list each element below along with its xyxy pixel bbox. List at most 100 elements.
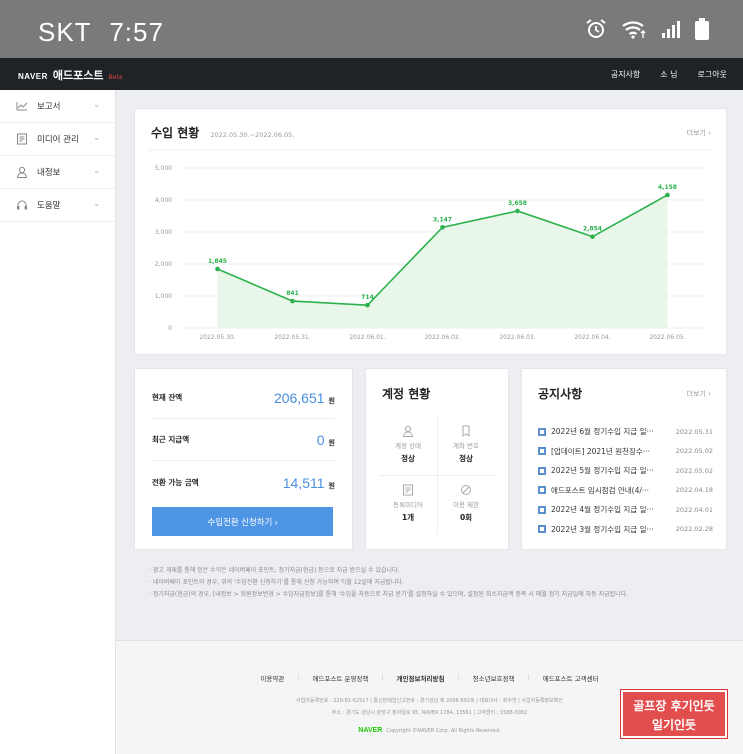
notice-item[interactable]: 2022년 3월 정기수입 지급 일··· 2022.02.28: [538, 520, 713, 540]
user-icon: [402, 425, 414, 437]
footer-links: 이용약관 | 애드포스트 운영정책 | 개인정보처리방침 | 청소년보호정책 |…: [260, 673, 599, 683]
sidebar: 보고서 ⌄ 미디어 관리 ⌄ 내정보 ⌄ 도움말 ⌄: [0, 90, 116, 754]
sidebar-item-label: 미디어 관리: [37, 135, 79, 145]
data-label: 3,147: [433, 216, 452, 223]
y-tick-label: 0: [168, 325, 172, 332]
service-name: 애드포스트: [52, 69, 104, 82]
registered-media-cell: 등록미디어 1개: [379, 475, 437, 534]
x-tick-label: 2022.06.02.: [424, 334, 460, 341]
notice-title: 공지사항: [538, 387, 583, 401]
y-tick-label: 3,000: [155, 229, 172, 236]
notice-card: 공지사항 더보기 › 2022년 6월 정기수입 지급 일··· 2022.05.…: [521, 368, 727, 550]
recent-payment-value: 0: [316, 432, 325, 448]
data-label: 2,854: [583, 226, 602, 233]
sidebar-item-media[interactable]: 미디어 관리 ⌄: [0, 123, 115, 156]
footer-link-privacy[interactable]: 개인정보처리방침: [397, 673, 445, 683]
current-balance-value: 206,651: [273, 390, 325, 406]
battery-icon: [695, 18, 709, 40]
sidebar-item-myinfo[interactable]: 내정보 ⌄: [0, 156, 115, 189]
account-state-cell: 계정 상태 정상: [379, 416, 437, 475]
x-tick-label: 2022.06.03.: [499, 334, 535, 341]
data-label: 4,158: [658, 184, 677, 191]
convertible-amount-value: 14,511: [282, 474, 325, 491]
naver-wordmark: NAVER: [18, 72, 48, 81]
beta-badge: Beta: [108, 74, 123, 81]
notice-icon: [538, 447, 546, 456]
x-tick-label: 2022.06.05.: [649, 334, 685, 341]
x-tick-label: 2022.06.04.: [574, 334, 610, 341]
document-icon: [403, 484, 413, 496]
notice-icon: [538, 486, 546, 495]
alarm-icon: [586, 19, 606, 38]
account-status-card: 계정 현황 계정 상태 정상 계좌 번호 정상 등록미디어 1개 이용 제한 0…: [365, 368, 509, 550]
headset-icon: [17, 200, 27, 210]
convertible-amount-row: 전환 가능 금액 14,511 원: [152, 474, 335, 491]
x-tick-label: 2022.05.30.: [199, 334, 235, 341]
notice-more-link[interactable]: 더보기 ›: [687, 389, 711, 399]
data-point: [365, 302, 370, 308]
status-bar: SKT 7:57: [0, 0, 743, 58]
notice-icon: [538, 466, 546, 475]
data-label: 1,845: [208, 258, 227, 265]
footer-link-youth[interactable]: 청소년보호정책: [473, 673, 515, 683]
y-tick-label: 4,000: [155, 197, 172, 204]
notice-item[interactable]: 애드포스트 임시점검 안내(4/··· 2022.04.18: [538, 481, 713, 501]
data-point: [290, 298, 295, 304]
usage-restriction-cell: 이용 제한 0회: [437, 475, 495, 534]
notice-icon: [538, 505, 546, 514]
user-icon: [16, 166, 28, 178]
data-label: 714: [361, 294, 374, 301]
nav-user-name[interactable]: 소 님: [660, 69, 677, 80]
nav-notice-link[interactable]: 공지사항: [611, 69, 640, 80]
data-label: 3,658: [508, 200, 527, 207]
promo-badge: 골프장 후기인듯 일기인듯: [621, 690, 727, 738]
notice-icon: [538, 427, 546, 436]
data-label: 841: [286, 290, 299, 297]
note-line: · 광고 게재를 통해 얻은 수익은 네이버페이 포인트, 정기지급(현금) 등…: [149, 567, 400, 574]
notice-item[interactable]: [업데이트] 2021년 원천징수··· 2022.05.02: [538, 442, 713, 462]
current-balance-row: 현재 잔액 206,651 원: [152, 377, 335, 419]
y-tick-label: 5,000: [155, 165, 172, 172]
chevron-down-icon: ⌄: [93, 100, 100, 109]
sidebar-item-label: 내정보: [37, 168, 61, 178]
data-point: [665, 192, 670, 198]
note-line: · 네이버페이 포인트의 경우, 위의 '수입전환 신청하기'를 통해 신청 가…: [149, 579, 404, 586]
recent-payment-row: 최근 지급액 0원: [152, 419, 335, 461]
footer-link-policy[interactable]: 애드포스트 운영정책: [313, 673, 369, 683]
notice-icon: [538, 525, 546, 534]
data-point: [590, 234, 595, 239]
sidebar-item-label: 보고서: [37, 102, 61, 112]
chart-line-icon: [16, 102, 28, 111]
bank-account-cell: 계좌 번호 정상: [437, 416, 495, 475]
footer-link-support[interactable]: 애드포스트 고객센터: [543, 673, 599, 683]
sidebar-item-report[interactable]: 보고서 ⌄: [0, 90, 115, 123]
sidebar-item-help[interactable]: 도움말 ⌄: [0, 189, 115, 222]
account-status-title: 계정 현황: [382, 387, 431, 401]
info-notes: · 광고 게재를 통해 얻은 수익은 네이버페이 포인트, 정기지급(현금) 등…: [149, 565, 628, 601]
signal-icon: [662, 21, 680, 38]
y-tick-label: 2,000: [155, 261, 172, 268]
chevron-down-icon: ⌄: [93, 133, 100, 142]
revenue-chart-card: 수입 현황 2022.05.30.~2022.06.05. 더보기 › 0 1,0…: [134, 108, 727, 355]
top-nav-bar: NAVER 애드포스트 Beta 공지사항 소 님 로그아웃: [0, 58, 743, 90]
y-tick-label: 1,000: [155, 293, 172, 300]
brand-logo[interactable]: NAVER 애드포스트 Beta: [18, 67, 122, 83]
notice-item[interactable]: 2022년 4월 정기수입 지급 일··· 2022.04.01: [538, 500, 713, 520]
notice-item[interactable]: 2022년 6월 정기수입 지급 일··· 2022.05.31: [538, 422, 713, 442]
balance-card: 현재 잔액 206,651 원 최근 지급액 0원 전환 가능 금액 14,511…: [134, 368, 353, 550]
bookmark-icon: [462, 425, 470, 437]
x-tick-label: 2022.05.31.: [274, 334, 310, 341]
data-point: [515, 208, 520, 214]
nav-logout-link[interactable]: 로그아웃: [698, 69, 727, 80]
footer-link-terms[interactable]: 이용약관: [260, 673, 284, 683]
chevron-down-icon: ⌄: [93, 199, 100, 208]
note-line: · 정기지급(현금)의 경우, [내정보 > 회원정보변경 > 수입지급정보]를…: [149, 591, 629, 598]
revenue-line-chart: 0 1,000 2,000 3,000 4,000 5,000 2022.05.30. 202…: [149, 149, 712, 341]
notice-item[interactable]: 2022년 5월 정기수입 지급 일··· 2022.05.02: [538, 461, 713, 481]
chevron-down-icon: ⌄: [93, 166, 100, 175]
area-fill: [217, 194, 668, 328]
convert-revenue-button[interactable]: 수입전환 신청하기 ›: [152, 507, 333, 536]
sidebar-item-label: 도움말: [37, 201, 61, 211]
wifi-icon: [622, 21, 646, 39]
carrier-label: SKT: [38, 17, 92, 47]
